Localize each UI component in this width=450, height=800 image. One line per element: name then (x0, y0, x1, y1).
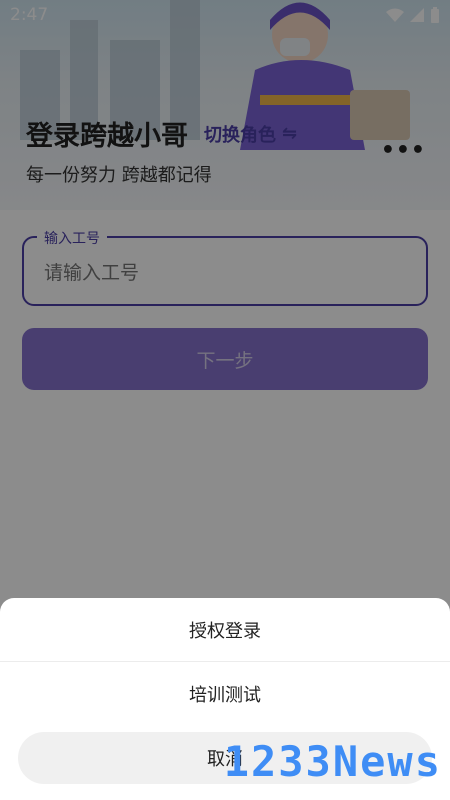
cancel-button[interactable]: 取消 (18, 732, 432, 784)
training-test-option[interactable]: 培训测试 (0, 662, 450, 726)
action-sheet: 授权登录 培训测试 取消 (0, 598, 450, 800)
authorized-login-option[interactable]: 授权登录 (0, 598, 450, 662)
